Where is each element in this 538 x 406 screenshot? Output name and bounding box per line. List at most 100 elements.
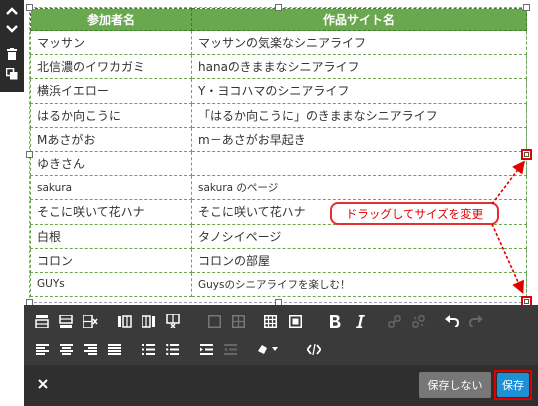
- link-icon: [387, 314, 401, 328]
- table-row: Mあさがお m－あさがお早起き: [30, 126, 527, 152]
- merge-cells-button[interactable]: [204, 310, 224, 332]
- table-cell[interactable]: マッサンの気楽なシニアライフ: [191, 29, 527, 56]
- ordered-list-button[interactable]: [138, 338, 158, 360]
- table-cell[interactable]: [191, 150, 527, 177]
- bold-button[interactable]: [325, 310, 345, 332]
- close-icon: [38, 379, 48, 389]
- close-editor-button[interactable]: [34, 375, 52, 393]
- table-row: 横浜イエロー Y・ヨコハマのシニアライフ: [30, 78, 527, 104]
- table-cell[interactable]: Y・ヨコハマのシニアライフ: [191, 78, 527, 104]
- justify-icon: [107, 343, 121, 355]
- move-up-button[interactable]: [0, 2, 24, 20]
- table-row: sakura sakura のページ: [30, 175, 527, 201]
- redo-button[interactable]: [466, 310, 486, 332]
- table-cell[interactable]: そこに咲いて花ハナ: [30, 199, 192, 225]
- table-header-row: 参加者名 作品サイト名: [30, 8, 527, 31]
- text-color-icon: [258, 345, 278, 354]
- delete-row-button[interactable]: [80, 310, 100, 332]
- table-cell[interactable]: マッサン: [30, 29, 192, 56]
- link-button[interactable]: [384, 310, 404, 332]
- ordered-list-icon: [141, 343, 155, 355]
- table-cell[interactable]: 白根: [30, 223, 192, 249]
- table-row: マッサン マッサンの気楽なシニアライフ: [30, 29, 527, 56]
- resize-handle[interactable]: [26, 4, 33, 11]
- resize-handle-right[interactable]: [521, 149, 532, 160]
- discard-button[interactable]: 保存しない: [419, 372, 491, 398]
- table-cell[interactable]: コロンの部屋: [191, 247, 527, 273]
- table-cell[interactable]: m－あさがお早起き: [191, 126, 527, 152]
- table-properties-icon: [288, 314, 302, 328]
- undo-button[interactable]: [442, 310, 462, 332]
- table-cell[interactable]: はるか向こうに: [30, 102, 192, 128]
- align-center-button[interactable]: [56, 338, 76, 360]
- unlink-button[interactable]: [408, 310, 428, 332]
- delete-block-button[interactable]: [0, 45, 24, 63]
- bold-icon: [330, 314, 341, 328]
- resize-handle[interactable]: [523, 4, 530, 11]
- align-right-icon: [83, 343, 97, 355]
- save-button[interactable]: 保存: [497, 373, 529, 397]
- text-color-button[interactable]: [254, 338, 282, 360]
- insert-row-above-icon: [35, 314, 49, 328]
- insert-row-above-button[interactable]: [32, 310, 52, 332]
- header-site-name: 作品サイト名: [191, 8, 527, 31]
- delete-column-icon: [166, 314, 180, 328]
- chevron-down-icon: [6, 25, 18, 33]
- split-cells-icon: [231, 314, 245, 328]
- table-cell[interactable]: hanaのきままなシニアライフ: [191, 54, 527, 80]
- table-row: GUYs Guysのシニアライフを楽しむ！: [30, 271, 527, 298]
- table-row: 白根 タノシイページ: [30, 223, 527, 249]
- table-cell[interactable]: コロン: [30, 247, 192, 273]
- chevron-up-icon: [6, 7, 18, 15]
- bullet-list-icon: [165, 343, 179, 355]
- italic-icon: [356, 314, 365, 328]
- redo-icon: [469, 315, 483, 327]
- trash-icon: [7, 48, 17, 60]
- block-controls-rail: [0, 0, 24, 92]
- unlink-icon: [411, 314, 425, 328]
- align-right-button[interactable]: [80, 338, 100, 360]
- source-code-button[interactable]: [304, 338, 324, 360]
- insert-column-right-icon: [142, 314, 155, 328]
- table-row: ゆきさん: [30, 150, 527, 177]
- table-cell[interactable]: 北信濃のイワカガミ: [30, 54, 192, 80]
- table-cell[interactable]: GUYs: [30, 271, 192, 298]
- outdent-icon: [223, 343, 237, 355]
- table-cell[interactable]: sakura のページ: [191, 175, 527, 201]
- delete-row-icon: [82, 314, 98, 328]
- justify-button[interactable]: [104, 338, 124, 360]
- table-properties-button[interactable]: [285, 310, 305, 332]
- editor-footer: 保存しない 保存: [24, 365, 538, 406]
- italic-button[interactable]: [350, 310, 370, 332]
- undo-icon: [445, 315, 459, 327]
- table-cell[interactable]: 横浜イエロー: [30, 78, 192, 104]
- table-cell[interactable]: ゆきさん: [30, 150, 192, 177]
- split-cells-button[interactable]: [228, 310, 248, 332]
- table-cell[interactable]: Mあさがお: [30, 126, 192, 152]
- table-cell[interactable]: sakura: [30, 175, 192, 201]
- participants-table: 参加者名 作品サイト名 マッサン マッサンの気楽なシニアライフ 北信濃のイワカガミ…: [30, 8, 527, 298]
- move-down-button[interactable]: [0, 20, 24, 38]
- insert-table-button[interactable]: [260, 310, 280, 332]
- insert-row-below-button[interactable]: [56, 310, 76, 332]
- outdent-button[interactable]: [220, 338, 240, 360]
- table-cell[interactable]: Guysのシニアライフを楽しむ！: [191, 271, 527, 298]
- duplicate-block-button[interactable]: [0, 65, 24, 83]
- header-participant-name: 参加者名: [30, 8, 192, 31]
- resize-handle[interactable]: [275, 4, 282, 11]
- code-icon: [307, 343, 321, 355]
- bullet-list-button[interactable]: [162, 338, 182, 360]
- insert-column-right-button[interactable]: [139, 310, 159, 332]
- table-cell[interactable]: タノシイページ: [191, 223, 527, 249]
- table-cell[interactable]: 「はるか向こうに」のきままなシニアライフ: [191, 102, 527, 128]
- resize-handle[interactable]: [26, 151, 33, 158]
- insert-column-left-icon: [118, 314, 132, 328]
- insert-column-left-button[interactable]: [115, 310, 135, 332]
- table-icon: [263, 314, 277, 328]
- align-left-button[interactable]: [32, 338, 52, 360]
- table-row: はるか向こうに 「はるか向こうに」のきままなシニアライフ: [30, 102, 527, 128]
- indent-button[interactable]: [196, 338, 216, 360]
- align-left-icon: [35, 343, 49, 355]
- delete-column-button[interactable]: [163, 310, 183, 332]
- table-row: コロン コロンの部屋: [30, 247, 527, 273]
